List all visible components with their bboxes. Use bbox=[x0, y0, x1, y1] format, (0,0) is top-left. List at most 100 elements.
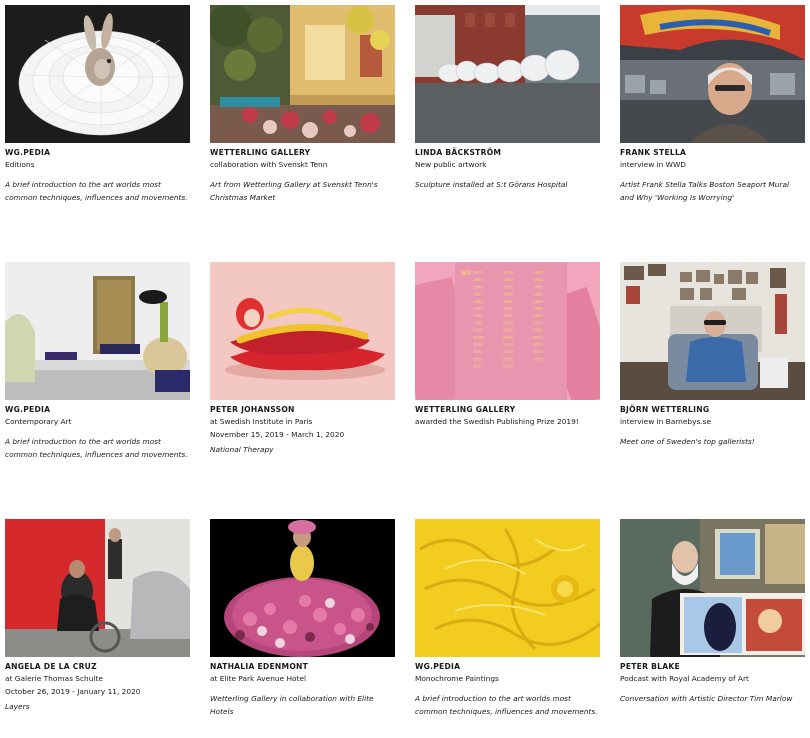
book-year-label: 2005 bbox=[473, 335, 483, 340]
card-image-pink-books[interactable]: WG 1978 1979 1980 1981 1982 1983 1984 1985 1986 1… bbox=[415, 262, 600, 400]
card-title[interactable]: WETTERLING GALLERY bbox=[210, 148, 395, 158]
news-card[interactable]: FRANK STELLA interview in WWD Artist Fra… bbox=[620, 5, 805, 204]
card-title[interactable]: LINDA BÄCKSTRÖM bbox=[415, 148, 600, 158]
card-description: Layers bbox=[5, 702, 30, 711]
news-card[interactable]: WG 1978 1979 1980 1981 1982 1983 1984 1985 1986 1… bbox=[415, 262, 600, 428]
book-year-label: 2018 bbox=[503, 364, 513, 369]
book-year-label: 2010 bbox=[533, 342, 543, 347]
card-dates: November 15, 2019 - March 1, 2020 bbox=[210, 430, 345, 439]
card-image-gallerist-portrait[interactable] bbox=[620, 262, 805, 400]
book-year-label: 2003 bbox=[503, 328, 513, 333]
card-subtitle: awarded the Swedish Publishing Prize 201… bbox=[415, 417, 579, 426]
card-subtitle: at Elite Park Avenue Hotel bbox=[210, 674, 307, 683]
book-year-label: 1997 bbox=[503, 313, 513, 318]
book-year-label: 2011 bbox=[473, 349, 483, 354]
book-year-label: 1985 bbox=[503, 284, 513, 289]
book-year-label: 2016 bbox=[533, 356, 543, 361]
card-title[interactable]: PETER JOHANSSON bbox=[210, 405, 395, 415]
card-title[interactable]: WETTERLING GALLERY bbox=[415, 405, 600, 415]
book-year-label: 2007 bbox=[533, 335, 543, 340]
news-card[interactable]: PETER JOHANSSON at Swedish Institute in … bbox=[210, 262, 395, 456]
card-subtitle: interview in WWD bbox=[620, 160, 686, 169]
book-year-label: 1993 bbox=[473, 306, 483, 311]
book-year-label: 1990 bbox=[473, 299, 483, 304]
book-year-label: 2002 bbox=[473, 328, 483, 333]
card-title[interactable]: WG.PEDIA bbox=[5, 405, 190, 415]
book-year-label: 1982 bbox=[503, 277, 513, 282]
card-description: A brief introduction to the art worlds m… bbox=[5, 180, 188, 202]
book-year-label: 2006 bbox=[503, 335, 513, 340]
card-image-artist-studio[interactable] bbox=[5, 519, 190, 657]
book-year-label: 1998 bbox=[533, 313, 543, 318]
book-year-label: 2013 bbox=[533, 349, 543, 354]
book-year-label: 2001 bbox=[533, 320, 543, 325]
book-year-label: 1995 bbox=[533, 306, 543, 311]
book-year-label: 2000 bbox=[503, 320, 513, 325]
news-card[interactable]: WETTERLING GALLERY collaboration with Sv… bbox=[210, 5, 395, 204]
card-description: Art from Wetterling Gallery at Svenskt T… bbox=[210, 180, 378, 202]
card-image-flower-dress[interactable] bbox=[210, 519, 395, 657]
card-image-rabbit[interactable] bbox=[5, 5, 190, 143]
card-description: Meet one of Sweden's top gallerists! bbox=[620, 437, 755, 446]
book-mark-logo: WG bbox=[461, 271, 472, 277]
card-dates: October 26, 2019 - January 11, 2020 bbox=[5, 687, 141, 696]
card-title[interactable]: ANGELA DE LA CRUZ bbox=[5, 662, 190, 672]
card-image-artist-with-painting[interactable] bbox=[620, 519, 805, 657]
book-year-label: 1981 bbox=[473, 277, 483, 282]
card-subtitle: collaboration with Svenskt Tenn bbox=[210, 160, 328, 169]
card-description: Sculpture installed at S:t Görans Hospit… bbox=[415, 180, 568, 189]
book-year-label: 2014 bbox=[473, 356, 483, 361]
book-year-label: 2009 bbox=[503, 342, 513, 347]
book-year-label: 1978 bbox=[473, 270, 483, 275]
book-year-label: 1991 bbox=[503, 299, 513, 304]
card-title[interactable]: BJÖRN WETTERLING bbox=[620, 405, 805, 415]
book-year-label: 2012 bbox=[503, 349, 513, 354]
book-year-label: 1999 bbox=[473, 320, 483, 325]
news-card[interactable]: NATHALIA EDENMONT at Elite Park Avenue H… bbox=[210, 519, 395, 718]
card-image-christmas-market[interactable] bbox=[210, 5, 395, 143]
news-card[interactable]: ANGELA DE LA CRUZ at Galerie Thomas Schu… bbox=[5, 519, 190, 713]
card-image-installation[interactable] bbox=[5, 262, 190, 400]
news-card[interactable]: LINDA BÄCKSTRÖM New public artwork Sculp… bbox=[415, 5, 600, 191]
card-description: Artist Frank Stella Talks Boston Seaport… bbox=[620, 180, 790, 202]
card-subtitle: at Swedish Institute in Paris bbox=[210, 417, 313, 426]
book-year-label: 2008 bbox=[473, 342, 483, 347]
book-year-label: 1988 bbox=[503, 292, 513, 297]
card-subtitle: Contemporary Art bbox=[5, 417, 72, 426]
card-subtitle: interview in Barnebys.se bbox=[620, 417, 712, 426]
card-description: Wetterling Gallery in collaboration with… bbox=[210, 694, 374, 716]
card-subtitle: at Galerie Thomas Schulte bbox=[5, 674, 103, 683]
book-year-label: 2004 bbox=[533, 328, 543, 333]
card-image-public-sculpture[interactable] bbox=[415, 5, 600, 143]
card-title[interactable]: PETER BLAKE bbox=[620, 662, 805, 672]
book-year-label: 2015 bbox=[503, 356, 513, 361]
card-description: Conversation with Artistic Director Tim … bbox=[620, 694, 793, 703]
book-year-label: 1979 bbox=[503, 270, 513, 275]
card-subtitle: Podcast with Royal Academy of Art bbox=[620, 674, 749, 683]
news-card[interactable]: WG.PEDIA Monochrome Paintings A brief in… bbox=[415, 519, 600, 718]
card-title[interactable]: WG.PEDIA bbox=[5, 148, 190, 158]
book-year-label: 1986 bbox=[533, 284, 543, 289]
card-image-portrait-mural[interactable] bbox=[620, 5, 805, 143]
card-subtitle: Editions bbox=[5, 160, 35, 169]
card-description: A brief introduction to the art worlds m… bbox=[5, 437, 188, 459]
book-year-label: 1992 bbox=[533, 299, 543, 304]
book-year-label: 1996 bbox=[473, 313, 483, 318]
card-description: A brief introduction to the art worlds m… bbox=[415, 694, 598, 716]
card-description: National Therapy bbox=[210, 445, 274, 454]
news-card[interactable]: BJÖRN WETTERLING interview in Barnebys.s… bbox=[620, 262, 805, 448]
book-year-label: 1994 bbox=[503, 306, 513, 311]
card-image-hotdog-costume[interactable] bbox=[210, 262, 395, 400]
book-year-label: 1989 bbox=[533, 292, 543, 297]
card-subtitle: New public artwork bbox=[415, 160, 487, 169]
news-card[interactable]: WG.PEDIA Editions A brief introduction t… bbox=[5, 5, 190, 204]
card-title[interactable]: FRANK STELLA bbox=[620, 148, 805, 158]
news-card[interactable]: PETER BLAKE Podcast with Royal Academy o… bbox=[620, 519, 805, 705]
card-image-yellow-texture[interactable] bbox=[415, 519, 600, 657]
book-year-label: 1984 bbox=[473, 284, 483, 289]
book-year-label: 2017 bbox=[473, 364, 483, 369]
book-year-label: 1980 bbox=[533, 270, 543, 275]
card-title[interactable]: WG.PEDIA bbox=[415, 662, 600, 672]
card-title[interactable]: NATHALIA EDENMONT bbox=[210, 662, 395, 672]
news-card[interactable]: WG.PEDIA Contemporary Art A brief introd… bbox=[5, 262, 190, 461]
